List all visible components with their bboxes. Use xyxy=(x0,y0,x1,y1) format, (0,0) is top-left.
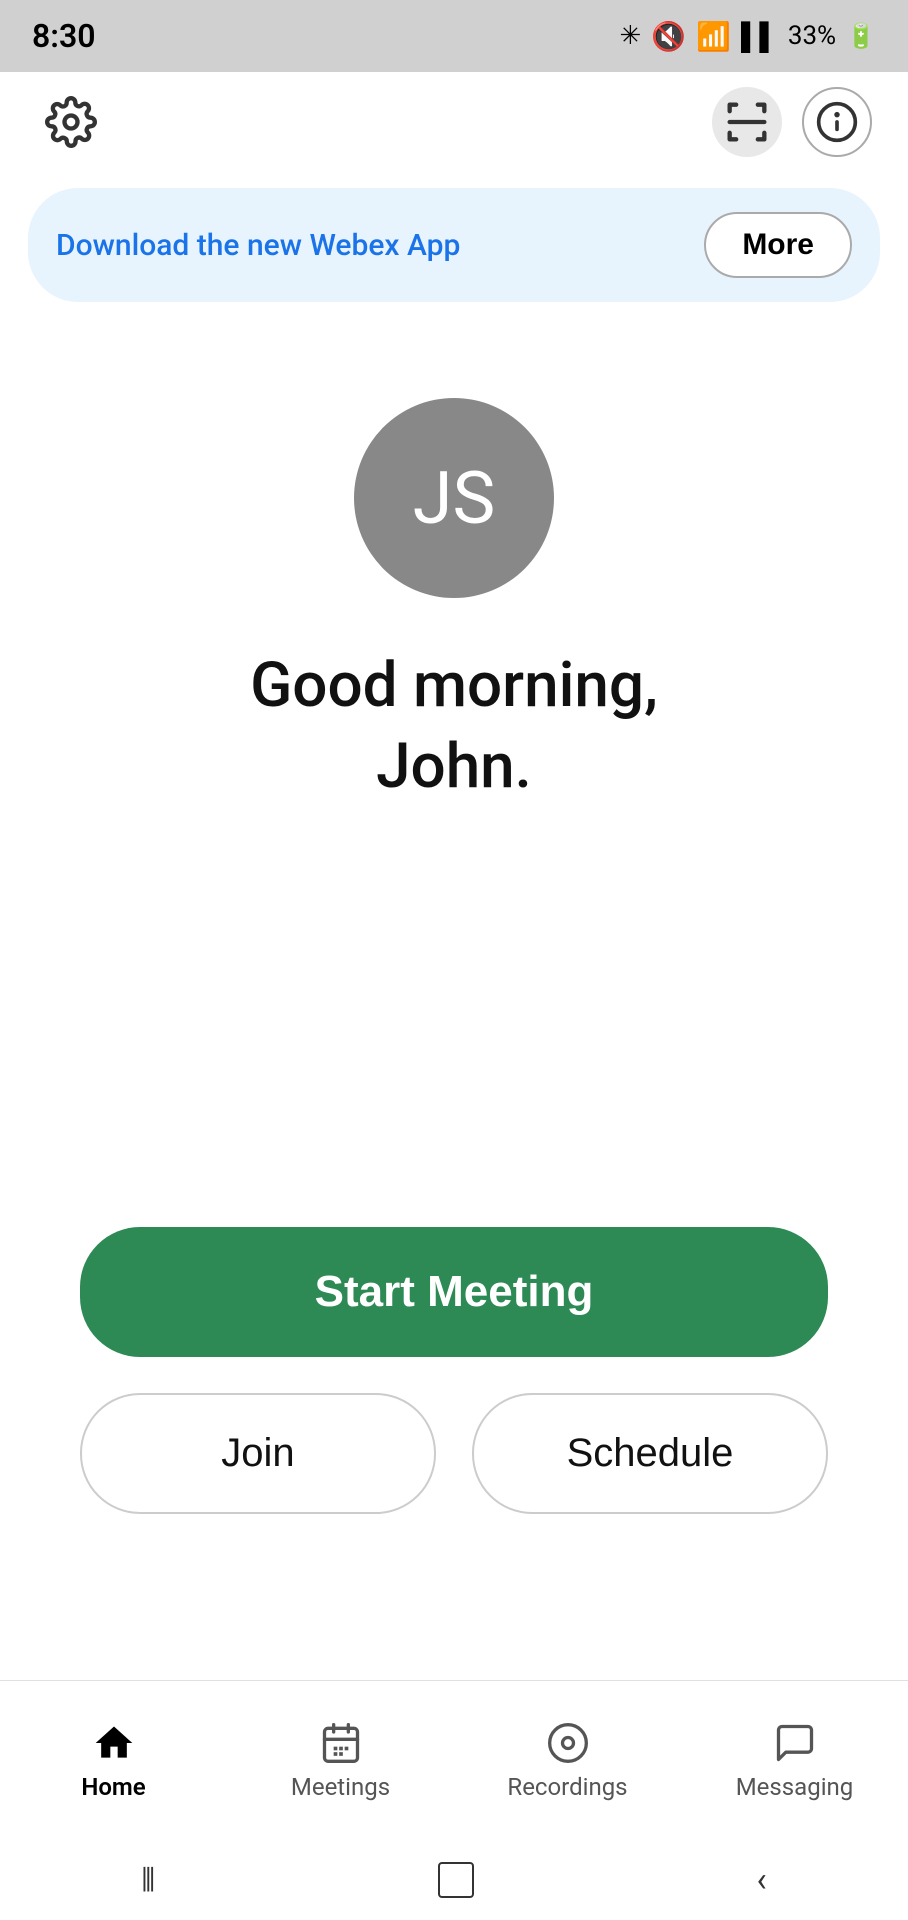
nav-label-messaging: Messaging xyxy=(736,1773,854,1801)
android-back-button[interactable]: ‹ xyxy=(757,1860,767,1900)
android-home-button[interactable] xyxy=(438,1862,474,1898)
nav-label-home: Home xyxy=(81,1773,145,1801)
messaging-icon xyxy=(773,1721,817,1765)
mute-icon: 🔇 xyxy=(651,20,686,53)
wifi-icon: 📶 xyxy=(696,20,731,53)
schedule-button[interactable]: Schedule xyxy=(472,1393,828,1514)
recordings-icon xyxy=(546,1721,590,1765)
banner-text: Download the new Webex App xyxy=(56,228,460,263)
signal-icon: ▌▌ xyxy=(741,21,778,52)
gear-icon xyxy=(45,96,97,148)
nav-item-recordings[interactable]: Recordings xyxy=(454,1721,681,1801)
action-buttons: Start Meeting Join Schedule xyxy=(0,1227,908,1514)
bottom-nav: Home Meetings Recordings xyxy=(0,1680,908,1840)
nav-item-messaging[interactable]: Messaging xyxy=(681,1721,908,1801)
battery-indicator: 33% xyxy=(788,21,836,51)
info-button[interactable] xyxy=(802,87,872,157)
download-banner: Download the new Webex App More xyxy=(28,188,880,302)
nav-label-recordings: Recordings xyxy=(507,1773,627,1801)
status-bar: 8:30 ✳ 🔇 📶 ▌▌ 33% 🔋 xyxy=(0,0,908,72)
home-icon xyxy=(92,1721,136,1765)
banner-more-button[interactable]: More xyxy=(704,212,852,278)
android-nav-bar: ⦀ ‹ xyxy=(0,1840,908,1920)
info-icon xyxy=(815,100,859,144)
app-bar-right-icons xyxy=(712,87,872,157)
nav-label-meetings: Meetings xyxy=(291,1773,390,1801)
scan-button[interactable] xyxy=(712,87,782,157)
status-time: 8:30 xyxy=(32,17,96,55)
settings-button[interactable] xyxy=(36,87,106,157)
android-recent-button[interactable]: ⦀ xyxy=(141,1861,155,1900)
secondary-button-row: Join Schedule xyxy=(80,1393,828,1514)
main-content: JS Good morning, John. Start Meeting Joi… xyxy=(0,318,908,1680)
greeting-line2: John. xyxy=(376,730,532,803)
bluetooth-icon: ✳ xyxy=(619,21,641,51)
start-meeting-button[interactable]: Start Meeting xyxy=(80,1227,828,1357)
nav-item-meetings[interactable]: Meetings xyxy=(227,1721,454,1801)
status-icons: ✳ 🔇 📶 ▌▌ 33% 🔋 xyxy=(619,20,876,53)
avatar: JS xyxy=(354,398,554,598)
avatar-initials: JS xyxy=(413,456,495,541)
nav-item-home[interactable]: Home xyxy=(0,1721,227,1801)
greeting-text: Good morning, John. xyxy=(250,646,658,807)
meetings-icon xyxy=(319,1721,363,1765)
scan-icon xyxy=(721,96,773,148)
greeting-line1: Good morning, xyxy=(250,649,658,722)
join-button[interactable]: Join xyxy=(80,1393,436,1514)
battery-icon: 🔋 xyxy=(846,22,876,50)
app-bar xyxy=(0,72,908,172)
